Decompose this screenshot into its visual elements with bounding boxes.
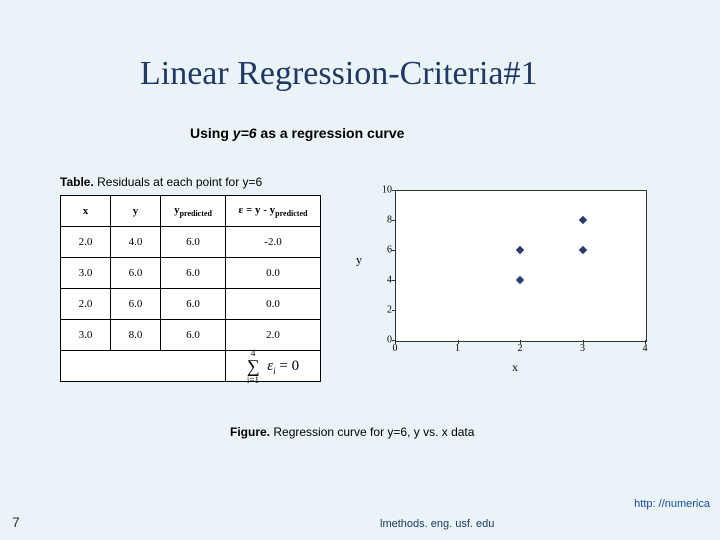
cell-resid: 2.0 bbox=[226, 320, 321, 351]
residuals-table: x y ypredicted ε = y - ypredicted 2.0 4.… bbox=[60, 195, 321, 382]
col-ypred: ypredicted bbox=[161, 196, 226, 227]
x-tick-mark bbox=[395, 340, 396, 344]
col-residual: ε = y - ypredicted bbox=[226, 196, 321, 227]
col-y: y bbox=[111, 196, 161, 227]
x-tick-label: 2 bbox=[510, 343, 530, 354]
y-tick-mark bbox=[392, 250, 396, 251]
subtitle-suffix: as a regression curve bbox=[257, 125, 405, 141]
cell-resid: 0.0 bbox=[226, 289, 321, 320]
y-axis-label: y bbox=[356, 253, 362, 268]
y-tick-label: 4 bbox=[370, 275, 392, 286]
sum-expression: 4 ∑ i=1 εi = 0 bbox=[247, 358, 299, 374]
x-axis-label: x bbox=[512, 360, 518, 375]
sigma-icon: ∑ bbox=[247, 356, 260, 376]
cell-x: 2.0 bbox=[61, 227, 111, 258]
col-x: x bbox=[61, 196, 111, 227]
table-header-row: x y ypredicted ε = y - ypredicted bbox=[61, 196, 321, 227]
table-sum-row: 4 ∑ i=1 εi = 0 bbox=[61, 351, 321, 382]
x-tick-label: 4 bbox=[635, 343, 655, 354]
cell-y: 8.0 bbox=[111, 320, 161, 351]
x-tick-label: 1 bbox=[448, 343, 468, 354]
y-tick-mark bbox=[392, 190, 396, 191]
x-tick-mark bbox=[645, 340, 646, 344]
subtitle-prefix: Using bbox=[190, 125, 233, 141]
sum-lower: i=1 bbox=[247, 375, 259, 385]
y-tick-label: 6 bbox=[370, 245, 392, 256]
scatter-chart: y x 024681001234 bbox=[350, 180, 670, 390]
subtitle-equation: y=6 bbox=[233, 125, 257, 141]
y-tick-mark bbox=[392, 310, 396, 311]
x-tick-mark bbox=[458, 340, 459, 344]
y-tick-label: 8 bbox=[370, 215, 392, 226]
table-row: 2.0 4.0 6.0 -2.0 bbox=[61, 227, 321, 258]
cell-y: 6.0 bbox=[111, 258, 161, 289]
figure-caption-lead: Figure. bbox=[230, 425, 270, 439]
x-tick-label: 3 bbox=[573, 343, 593, 354]
table-row: 2.0 6.0 6.0 0.0 bbox=[61, 289, 321, 320]
cell-ypred: 6.0 bbox=[161, 289, 226, 320]
cell-y: 6.0 bbox=[111, 289, 161, 320]
sum-upper: 4 bbox=[251, 348, 256, 358]
y-tick-label: 10 bbox=[370, 185, 392, 196]
col-ypred-sub: predicted bbox=[180, 209, 212, 218]
plot-area bbox=[395, 190, 647, 342]
table-row: 3.0 6.0 6.0 0.0 bbox=[61, 258, 321, 289]
slide: Linear Regression-Criteria#1 Using y=6 a… bbox=[0, 0, 720, 540]
cell-resid: 0.0 bbox=[226, 258, 321, 289]
table-row: 3.0 8.0 6.0 2.0 bbox=[61, 320, 321, 351]
table-caption-text: Residuals at each point for y=6 bbox=[94, 175, 262, 189]
sum-empty bbox=[61, 351, 226, 382]
cell-ypred: 6.0 bbox=[161, 258, 226, 289]
cell-y: 4.0 bbox=[111, 227, 161, 258]
x-tick-mark bbox=[583, 340, 584, 344]
footer-right-link[interactable]: http: //numerica bbox=[634, 498, 710, 510]
x-tick-mark bbox=[520, 340, 521, 344]
footer-center-url: lmethods. eng. usf. edu bbox=[380, 518, 494, 530]
col-resid-sub: predicted bbox=[275, 209, 307, 218]
sum-cell: 4 ∑ i=1 εi = 0 bbox=[226, 351, 321, 382]
y-tick-mark bbox=[392, 220, 396, 221]
cell-ypred: 6.0 bbox=[161, 227, 226, 258]
cell-x: 2.0 bbox=[61, 289, 111, 320]
page-number: 7 bbox=[12, 514, 20, 530]
x-tick-label: 0 bbox=[385, 343, 405, 354]
col-resid-base: ε = y - y bbox=[239, 204, 276, 216]
table-caption-lead: Table. bbox=[60, 175, 94, 189]
slide-subtitle: Using y=6 as a regression curve bbox=[190, 125, 404, 141]
y-tick-label: 2 bbox=[370, 305, 392, 316]
cell-x: 3.0 bbox=[61, 258, 111, 289]
slide-title: Linear Regression-Criteria#1 bbox=[140, 55, 537, 93]
figure-caption-text: Regression curve for y=6, y vs. x data bbox=[270, 425, 474, 439]
table-caption: Table. Residuals at each point for y=6 bbox=[60, 175, 262, 189]
y-tick-mark bbox=[392, 280, 396, 281]
cell-ypred: 6.0 bbox=[161, 320, 226, 351]
cell-x: 3.0 bbox=[61, 320, 111, 351]
cell-resid: -2.0 bbox=[226, 227, 321, 258]
figure-caption: Figure. Regression curve for y=6, y vs. … bbox=[230, 425, 474, 439]
